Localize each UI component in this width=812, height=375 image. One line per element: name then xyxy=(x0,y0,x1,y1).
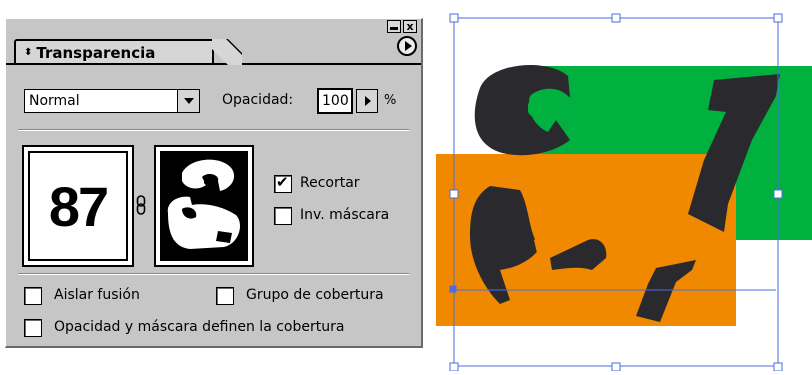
panel-menu-button[interactable] xyxy=(397,36,417,56)
opacity-input[interactable]: 100 xyxy=(317,88,353,114)
close-icon[interactable]: x xyxy=(403,20,417,33)
mask-thumbnail[interactable] xyxy=(154,145,254,267)
opacity-label: Opacidad: xyxy=(222,92,294,108)
chevron-down-icon[interactable] xyxy=(177,90,199,112)
tab-edge xyxy=(212,39,242,65)
opacity-mask-knockout-checkbox[interactable] xyxy=(24,319,42,337)
artwork-thumbnail-text: 87 xyxy=(48,174,109,238)
tab-label: Transparencia xyxy=(36,44,156,62)
invert-mask-label: Inv. máscara xyxy=(300,207,390,223)
knockout-group-label: Grupo de cobertura xyxy=(246,287,384,303)
artwork-thumbnail[interactable]: 87 xyxy=(22,145,134,267)
blend-mode-select[interactable]: Normal xyxy=(24,89,200,113)
knockout-group-checkbox[interactable] xyxy=(216,287,234,305)
isolate-blending-checkbox[interactable] xyxy=(24,287,42,305)
artboard xyxy=(430,0,812,372)
minimize-icon[interactable] xyxy=(387,20,401,33)
divider xyxy=(18,129,409,131)
link-icon[interactable] xyxy=(136,195,146,215)
tab-transparencia[interactable]: ⬍ Transparencia xyxy=(14,39,214,63)
artwork xyxy=(436,13,812,372)
invert-mask-checkbox[interactable] xyxy=(274,207,292,225)
isolate-blending-label: Aislar fusión xyxy=(54,287,140,303)
clip-label: Recortar xyxy=(300,175,360,191)
percent-sign: % xyxy=(384,93,397,108)
titlebar-buttons: x xyxy=(387,20,417,33)
blend-mode-value: Normal xyxy=(29,93,80,109)
tab-arrows-icon: ⬍ xyxy=(24,47,33,58)
transparency-panel: x ⬍ Transparencia Normal Opacidad: 100 %… xyxy=(5,18,423,348)
opacity-stepper-arrow-icon[interactable] xyxy=(356,89,378,113)
mask-thumbnail-image xyxy=(160,151,248,261)
tab-strip: ⬍ Transparencia xyxy=(6,35,421,65)
opacity-mask-knockout-label: Opacidad y máscara definen la cobertura xyxy=(54,319,345,335)
divider xyxy=(18,273,409,275)
clip-checkbox[interactable] xyxy=(274,173,292,193)
